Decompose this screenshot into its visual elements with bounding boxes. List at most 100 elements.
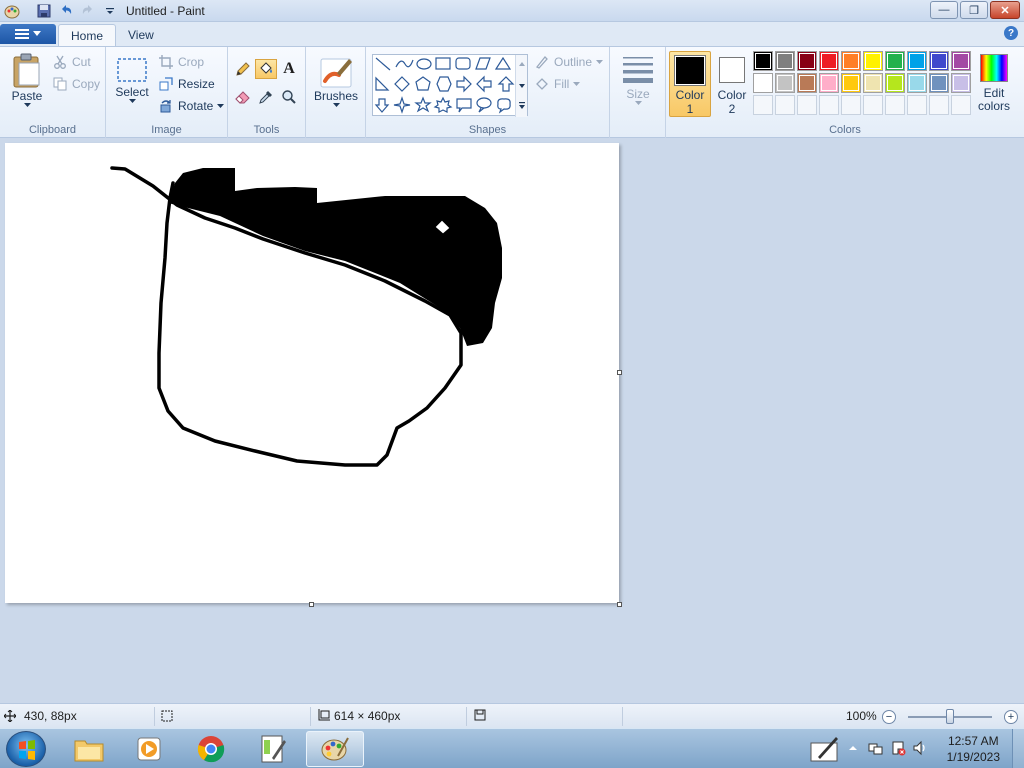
- crop-button[interactable]: Crop: [158, 54, 204, 70]
- fill-button[interactable]: Fill: [534, 76, 581, 92]
- palette-swatch[interactable]: [885, 73, 905, 93]
- palette-swatch[interactable]: [951, 51, 971, 71]
- palette-swatch[interactable]: [885, 51, 905, 71]
- help-icon[interactable]: ?: [1004, 26, 1018, 40]
- custom-color-slot[interactable]: [797, 95, 817, 115]
- palette-swatch[interactable]: [797, 73, 817, 93]
- selection-size: [160, 709, 174, 723]
- custom-color-slot[interactable]: [775, 95, 795, 115]
- rotate-icon: [158, 98, 174, 114]
- canvas-resize-handle-corner[interactable]: [617, 602, 622, 607]
- status-separator: [154, 707, 155, 726]
- color1-label-line2: 1: [686, 102, 694, 116]
- tab-view[interactable]: View: [116, 24, 166, 46]
- color1-button[interactable]: Color 1: [669, 51, 711, 117]
- crop-icon: [158, 54, 174, 70]
- canvas-resize-handle-bottom[interactable]: [309, 602, 314, 607]
- palette-swatch[interactable]: [819, 73, 839, 93]
- volume-icon[interactable]: [912, 740, 928, 759]
- taskbar-explorer[interactable]: [60, 731, 118, 767]
- paint-app-icon[interactable]: [2, 2, 22, 20]
- redo-icon[interactable]: [78, 2, 98, 20]
- custom-color-slot[interactable]: [951, 95, 971, 115]
- custom-color-slot[interactable]: [907, 95, 927, 115]
- maximize-button[interactable]: ❐: [960, 1, 988, 19]
- eraser-tool[interactable]: [232, 87, 254, 107]
- palette-swatch[interactable]: [929, 73, 949, 93]
- custom-color-slot[interactable]: [819, 95, 839, 115]
- palette-swatch[interactable]: [841, 51, 861, 71]
- network-icon[interactable]: [868, 740, 884, 759]
- edit-colors-label-line2: colors: [977, 99, 1010, 113]
- taskbar-clock[interactable]: 12:57 AM 1/19/2023: [947, 733, 1000, 765]
- color2-button[interactable]: Color 2: [714, 54, 750, 116]
- text-tool[interactable]: A: [278, 59, 300, 79]
- palette-swatch[interactable]: [797, 51, 817, 71]
- palette-swatch[interactable]: [753, 51, 773, 71]
- chevron-down-icon: [33, 31, 41, 36]
- customize-toolbar-icon[interactable]: [100, 2, 120, 20]
- tab-home[interactable]: Home: [58, 24, 117, 46]
- start-button[interactable]: [6, 731, 46, 767]
- color-picker-tool[interactable]: [255, 87, 277, 107]
- color1-label-line1: Color: [675, 88, 705, 102]
- resize-button[interactable]: Resize: [158, 76, 215, 92]
- save-icon[interactable]: [34, 2, 54, 20]
- edit-colors-label-line1: Edit: [983, 86, 1005, 100]
- custom-color-slot[interactable]: [753, 95, 773, 115]
- drawing-canvas[interactable]: [5, 143, 622, 607]
- size-button[interactable]: Size: [618, 53, 658, 106]
- magnifier-tool[interactable]: [278, 87, 300, 107]
- custom-color-slot[interactable]: [863, 95, 883, 115]
- canvas-resize-handle-right[interactable]: [617, 370, 622, 375]
- palette-swatch[interactable]: [819, 51, 839, 71]
- paste-button[interactable]: Paste: [8, 53, 46, 108]
- zoom-out-button[interactable]: −: [882, 710, 896, 724]
- canvas-size-text: 614 × 460px: [334, 709, 401, 723]
- palette-swatch[interactable]: [907, 73, 927, 93]
- resize-label: Resize: [178, 77, 215, 91]
- zoom-in-button[interactable]: +: [1004, 710, 1018, 724]
- status-separator: [622, 707, 623, 726]
- taskbar-media-player[interactable]: [120, 731, 178, 767]
- shapes-scrollbar[interactable]: [515, 55, 527, 117]
- palette-swatch[interactable]: [775, 73, 795, 93]
- palette-swatch[interactable]: [753, 73, 773, 93]
- palette-swatch[interactable]: [929, 51, 949, 71]
- zoom-slider-thumb[interactable]: [946, 709, 954, 724]
- pencil-tool[interactable]: [232, 59, 254, 79]
- edit-colors-button[interactable]: Edit colors: [974, 54, 1014, 113]
- brushes-button[interactable]: Brushes: [312, 53, 360, 108]
- copy-button[interactable]: Copy: [52, 76, 100, 92]
- custom-color-slot[interactable]: [885, 95, 905, 115]
- show-hidden-icons-icon[interactable]: [848, 742, 858, 756]
- cut-button[interactable]: Cut: [52, 54, 91, 70]
- palette-swatch[interactable]: [863, 51, 883, 71]
- palette-swatch[interactable]: [951, 73, 971, 93]
- palette-swatch[interactable]: [907, 51, 927, 71]
- tray-pen-icon[interactable]: [810, 735, 840, 766]
- taskbar-chrome[interactable]: [182, 731, 240, 767]
- custom-color-slot[interactable]: [929, 95, 949, 115]
- outline-button[interactable]: Outline: [534, 54, 604, 70]
- clipboard-group-label: Clipboard: [28, 124, 77, 136]
- palette-swatch[interactable]: [841, 73, 861, 93]
- fill-tool[interactable]: [255, 59, 277, 79]
- custom-color-slot[interactable]: [841, 95, 861, 115]
- taskbar-notepad-plus[interactable]: [244, 731, 302, 767]
- file-menu-button[interactable]: [0, 24, 56, 44]
- show-desktop-button[interactable]: [1012, 729, 1024, 768]
- palette-swatch-border: [777, 53, 793, 69]
- select-button[interactable]: Select: [114, 55, 150, 104]
- taskbar-paint[interactable]: [306, 731, 364, 767]
- palette-swatch[interactable]: [775, 51, 795, 71]
- palette-swatch[interactable]: [863, 73, 883, 93]
- undo-icon[interactable]: [56, 2, 76, 20]
- ribbon-tab-row: Home View ?: [0, 22, 1024, 46]
- rotate-button[interactable]: Rotate: [158, 98, 225, 114]
- action-center-icon[interactable]: [890, 740, 906, 759]
- close-button[interactable]: ✕: [990, 1, 1020, 19]
- colors-group: Color 1 Color 2 Edit colors Colors: [666, 47, 1024, 139]
- image-group-label: Image: [151, 124, 182, 136]
- minimize-button[interactable]: —: [930, 1, 958, 19]
